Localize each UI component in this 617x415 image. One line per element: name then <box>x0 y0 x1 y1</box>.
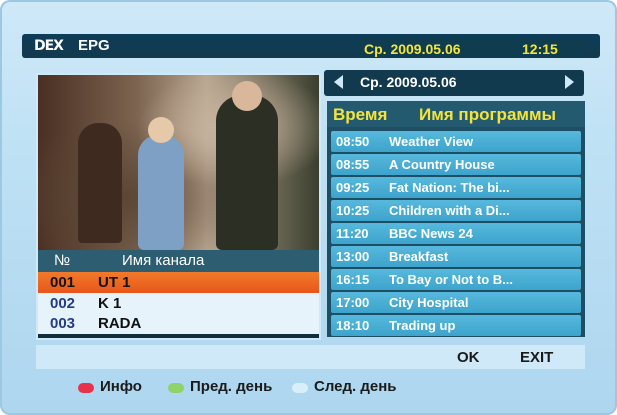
program-row[interactable]: 17:00 City Hospital <box>331 292 581 313</box>
channel-number: 003 <box>50 315 76 332</box>
legend-label: Пред. день <box>190 378 273 395</box>
arrow-right-icon[interactable] <box>565 75 574 89</box>
current-time: 12:15 <box>522 41 558 57</box>
current-date: Ср. 2009.05.06 <box>364 41 461 57</box>
channel-number: 002 <box>50 295 76 312</box>
video-figure <box>138 135 184 250</box>
program-row[interactable]: 18:10 Trading up <box>331 315 581 336</box>
program-time: 17:00 <box>336 295 370 310</box>
channel-row[interactable]: 003 RADA <box>38 313 319 334</box>
video-figure <box>78 123 122 243</box>
date-navigator: Ср. 2009.05.06 <box>324 70 584 96</box>
ok-label: OK <box>457 349 480 366</box>
exit-button[interactable]: EXIT <box>520 345 578 369</box>
red-key-icon <box>78 383 94 393</box>
blue-key-icon <box>292 383 308 393</box>
program-time: 13:00 <box>336 249 370 264</box>
page-title: EPG <box>78 37 110 54</box>
program-row[interactable]: 09:25 Fat Nation: The bi... <box>331 177 581 198</box>
program-row[interactable]: 11:20 BBC News 24 <box>331 223 581 244</box>
program-time: 09:25 <box>336 180 370 195</box>
channel-name-header: Имя канала <box>122 252 205 269</box>
date-time-display: Ср. 2009.05.06 12:15 <box>358 40 584 58</box>
program-time: 11:20 <box>336 226 369 241</box>
program-title: Children with a Di... <box>389 203 510 218</box>
program-time: 10:25 <box>336 203 370 218</box>
time-column-header: Время <box>333 105 388 124</box>
program-row[interactable]: 08:50 Weather View <box>331 131 581 152</box>
legend-label: Инфо <box>100 378 142 395</box>
program-row[interactable]: 10:25 Children with a Di... <box>331 200 581 221</box>
program-title: BBC News 24 <box>389 226 473 241</box>
program-time: 18:10 <box>336 318 370 333</box>
video-figure <box>216 95 278 250</box>
legend-label: След. день <box>314 378 397 395</box>
program-column-header: Имя программы <box>419 105 557 124</box>
channel-name: UT 1 <box>98 274 131 291</box>
program-list-header: Время Имя программы <box>327 101 585 127</box>
program-title: Fat Nation: The bi... <box>389 180 510 195</box>
channel-name: K 1 <box>98 295 122 312</box>
channel-row[interactable]: 002 K 1 <box>38 293 319 314</box>
arrow-left-icon[interactable] <box>334 75 343 89</box>
program-row[interactable]: 16:15 To Bay or Not to B... <box>331 269 581 290</box>
video-figure <box>232 81 262 111</box>
green-key-icon <box>168 383 184 393</box>
video-preview <box>38 75 319 250</box>
program-title: A Country House <box>389 157 495 172</box>
channel-name: RADA <box>98 315 142 332</box>
channel-number-header: № <box>54 252 71 269</box>
program-title: To Bay or Not to B... <box>389 272 513 287</box>
program-guide: Время Имя программы 08:50 Weather View 0… <box>327 101 585 337</box>
video-figure <box>148 117 174 143</box>
program-title: Weather View <box>389 134 474 149</box>
epg-screen: DEX EPG Ср. 2009.05.06 12:15 № Имя канал… <box>0 0 617 415</box>
program-title: Trading up <box>389 318 456 333</box>
program-title: Breakfast <box>389 249 449 264</box>
exit-label: EXIT <box>520 349 554 366</box>
ok-button[interactable]: OK <box>457 345 509 369</box>
dex-logo: DEX <box>34 38 64 54</box>
channel-row-selected[interactable]: 001 UT 1 <box>38 272 319 293</box>
schedule-date: Ср. 2009.05.06 <box>360 74 457 90</box>
channel-panel: № Имя канала 001 UT 1 002 K 1 003 RADA <box>36 73 321 340</box>
program-time: 08:55 <box>336 157 370 172</box>
program-time: 16:15 <box>336 272 370 287</box>
channel-number: 001 <box>50 274 76 291</box>
channel-list-header: № Имя канала <box>38 250 319 272</box>
program-row[interactable]: 08:55 A Country House <box>331 154 581 175</box>
program-title: City Hospital <box>389 295 469 310</box>
program-row[interactable]: 13:00 Breakfast <box>331 246 581 267</box>
program-time: 08:50 <box>336 134 370 149</box>
